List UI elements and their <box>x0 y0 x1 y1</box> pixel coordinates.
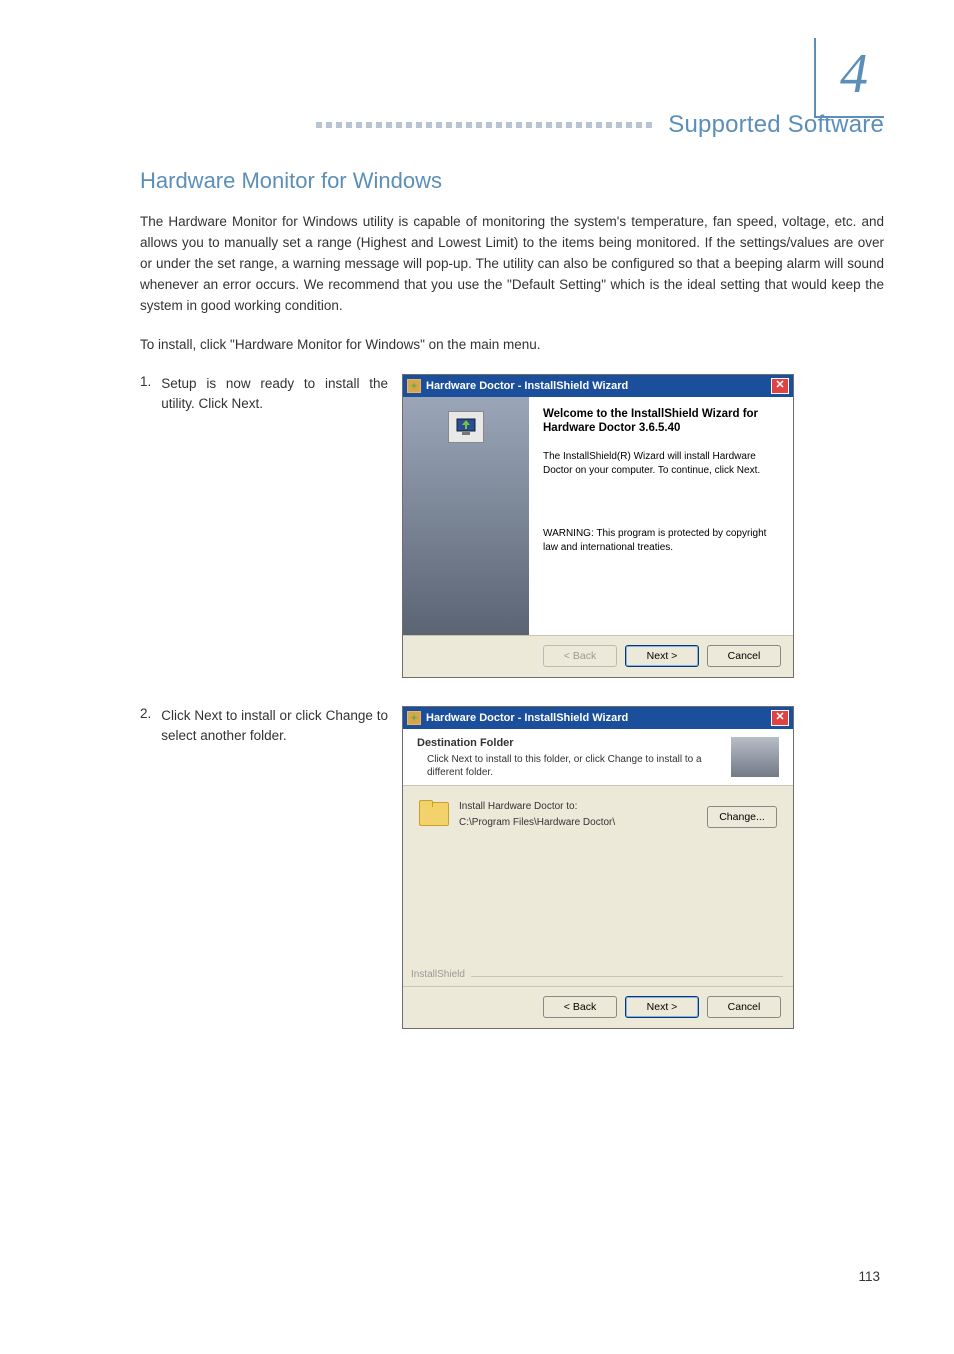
cancel-button[interactable]: Cancel <box>707 996 781 1018</box>
next-button[interactable]: Next > <box>625 996 699 1018</box>
wizard2-dest-header: Destination Folder <box>417 737 731 749</box>
computer-icon <box>448 411 484 443</box>
wizard1-title: Hardware Doctor - InstallShield Wizard <box>426 380 771 392</box>
wizard-welcome-dialog: ✦ Hardware Doctor - InstallShield Wizard… <box>402 374 794 678</box>
installshield-brand: InstallShield <box>411 969 465 980</box>
intro-paragraph: The Hardware Monitor for Windows utility… <box>140 212 884 317</box>
wizard2-title: Hardware Doctor - InstallShield Wizard <box>426 712 771 724</box>
cancel-button[interactable]: Cancel <box>707 645 781 667</box>
wizard-side-graphic <box>403 397 529 635</box>
installer-icon: ✦ <box>407 379 421 393</box>
back-button[interactable]: < Back <box>543 996 617 1018</box>
installer-icon: ✦ <box>407 711 421 725</box>
close-icon[interactable]: ✕ <box>771 378 789 394</box>
section-title: Hardware Monitor for Windows <box>140 168 884 194</box>
wizard1-heading: Welcome to the InstallShield Wizard for … <box>543 407 779 437</box>
wizard-destination-dialog: ✦ Hardware Doctor - InstallShield Wizard… <box>402 706 794 1029</box>
close-icon[interactable]: ✕ <box>771 710 789 726</box>
install-path: C:\Program Files\Hardware Doctor\ <box>459 816 699 830</box>
change-button[interactable]: Change... <box>707 806 777 828</box>
header-row: Supported Software <box>140 110 884 140</box>
step-1-number: 1. <box>140 374 151 678</box>
wizard1-warning: WARNING: This program is protected by co… <box>543 527 779 554</box>
chapter-number: 4 <box>832 38 868 110</box>
install-instruction: To install, click "Hardware Monitor for … <box>140 335 884 356</box>
next-button[interactable]: Next > <box>625 645 699 667</box>
step-2-number: 2. <box>140 706 151 1029</box>
step-1-text: Setup is now ready to install the utilit… <box>161 374 388 678</box>
folder-icon <box>419 800 449 826</box>
wizard-header-graphic <box>731 737 779 777</box>
decorative-dots <box>316 122 652 128</box>
page-number: 113 <box>858 1269 880 1284</box>
chapter-badge: 4 <box>814 38 884 118</box>
step-2-text: Click Next to install or click Change to… <box>161 706 388 1029</box>
install-to-label: Install Hardware Doctor to: <box>459 800 699 814</box>
wizard2-dest-sub: Click Next to install to this folder, or… <box>417 753 731 779</box>
wizard1-paragraph: The InstallShield(R) Wizard will install… <box>543 450 779 477</box>
back-button: < Back <box>543 645 617 667</box>
